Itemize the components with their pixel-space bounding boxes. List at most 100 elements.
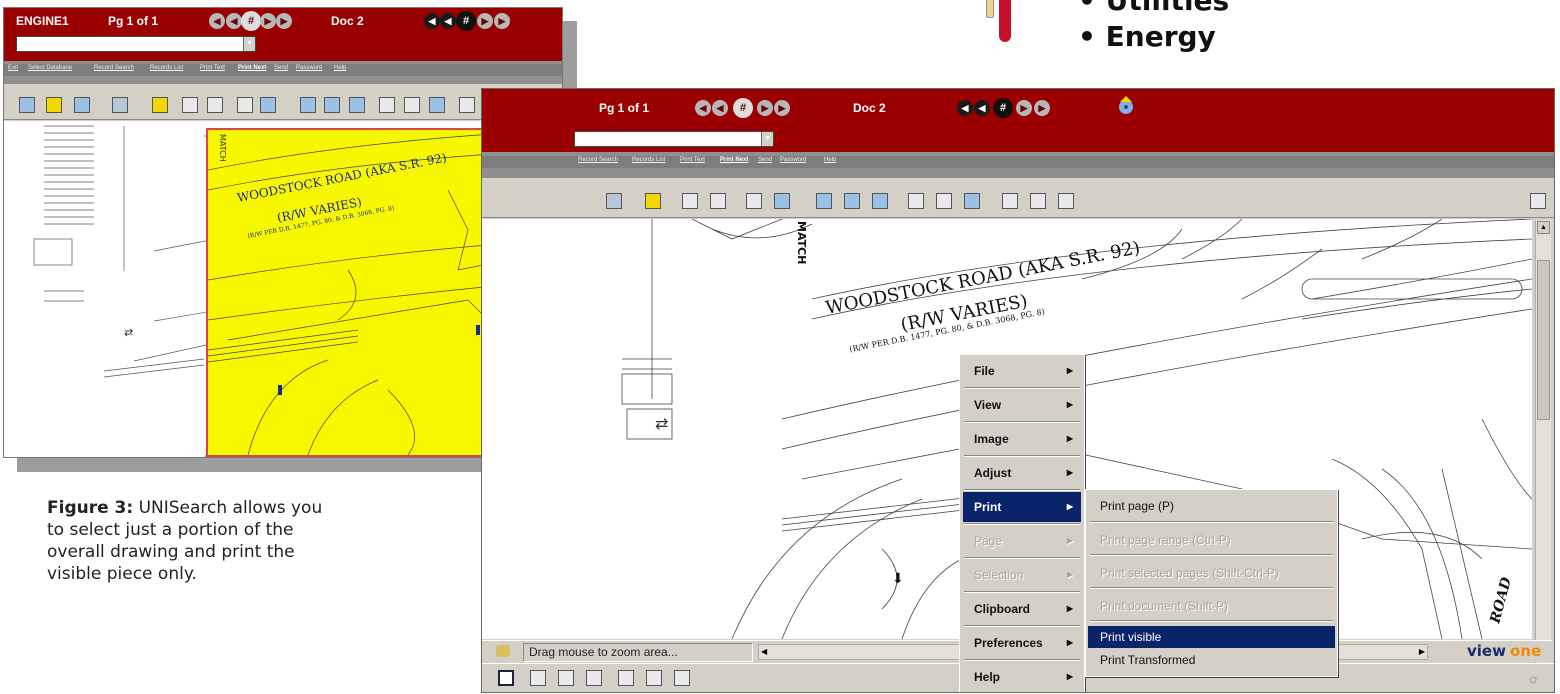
zoom-in-icon[interactable] <box>182 97 198 113</box>
goto-page-icon[interactable]: # <box>241 11 261 31</box>
submenu-print-selected-pages[interactable]: Print selected pages (Shift-Ctrl-P) <box>1088 562 1335 584</box>
split-left-icon[interactable] <box>586 670 602 686</box>
open-icon[interactable] <box>19 97 35 113</box>
invert-icon-2[interactable] <box>964 193 980 209</box>
settings-sun-icon[interactable]: ☼ <box>1527 670 1540 686</box>
chevron-down-icon[interactable]: ▼ <box>243 37 255 51</box>
menu-item-page[interactable]: Page ▶ <box>963 526 1081 556</box>
page-alt-icon-2[interactable] <box>1030 193 1046 209</box>
first-page-icon-2[interactable]: ◀ <box>695 100 711 116</box>
first-page-icon[interactable]: ◀ <box>209 13 225 29</box>
blank-page-icon-2[interactable] <box>1058 193 1074 209</box>
select-area-icon-2[interactable] <box>645 193 661 209</box>
goto-page-icon-2[interactable]: # <box>733 98 753 118</box>
prev-doc-icon-2[interactable]: ◀ <box>974 100 990 116</box>
record-info-select[interactable]: - Click for record information - ▼ <box>16 36 256 52</box>
link-record-search-2[interactable]: Record Search <box>578 157 618 163</box>
goto-doc-icon-2[interactable]: # <box>993 98 1013 118</box>
zoom-out-icon-2[interactable] <box>710 193 726 209</box>
split-bottom-icon[interactable] <box>618 670 634 686</box>
pan-icon-2[interactable] <box>774 193 790 209</box>
copy-icon[interactable] <box>74 97 90 113</box>
next-page-icon[interactable]: ▶ <box>260 13 276 29</box>
menu-item-selection[interactable]: Selection ▶ <box>963 560 1081 590</box>
menu-item-image[interactable]: Image ▶ <box>963 424 1081 454</box>
scroll-up-icon[interactable]: ▲ <box>1537 221 1550 234</box>
link-records-list-2[interactable]: Records List <box>632 157 665 163</box>
split-right-icon[interactable] <box>646 670 662 686</box>
rotate-left-icon[interactable] <box>379 97 395 113</box>
first-doc-icon-2[interactable]: ◀ <box>957 100 973 116</box>
fit-width-icon-2[interactable] <box>816 193 832 209</box>
fit-height-icon-2[interactable] <box>844 193 860 209</box>
thumbnail-grid-icon[interactable] <box>530 670 546 686</box>
fit-height-icon[interactable] <box>324 97 340 113</box>
link-help[interactable]: Help <box>334 65 346 71</box>
last-page-icon[interactable]: ▶ <box>276 13 292 29</box>
pan-icon[interactable] <box>260 97 276 113</box>
printer-icon[interactable] <box>112 97 128 113</box>
fit-page-icon-2[interactable] <box>872 193 888 209</box>
link-print-text[interactable]: Print Text <box>200 65 225 71</box>
invert-icon[interactable] <box>429 97 445 113</box>
restore-window-icon[interactable] <box>1530 193 1546 209</box>
goto-doc-icon[interactable]: # <box>456 11 476 31</box>
select-area-icon[interactable] <box>152 97 168 113</box>
link-password-2[interactable]: Password <box>780 157 806 163</box>
split-top-icon[interactable] <box>674 670 690 686</box>
scroll-left-icon[interactable]: ◀ <box>761 645 767 659</box>
zoom-area-icon[interactable] <box>237 97 253 113</box>
fit-width-icon[interactable] <box>300 97 316 113</box>
prev-doc-icon[interactable]: ◀ <box>440 13 456 29</box>
zoom-in-icon-2[interactable] <box>682 193 698 209</box>
chevron-down-icon[interactable]: ▼ <box>761 132 773 146</box>
link-print-text-2[interactable]: Print Text <box>680 157 705 163</box>
vertical-scrollbar[interactable]: ▲ <box>1535 220 1551 670</box>
page-icon-2[interactable] <box>1002 193 1018 209</box>
menu-item-preferences[interactable]: Preferences ▶ <box>963 628 1081 658</box>
link-records-list[interactable]: Records List <box>150 65 183 71</box>
last-doc-icon[interactable]: ▶ <box>494 13 510 29</box>
next-page-icon-2[interactable]: ▶ <box>757 100 773 116</box>
link-help-2[interactable]: Help <box>824 157 836 163</box>
rotate-right-icon-2[interactable] <box>936 193 952 209</box>
submenu-print-page[interactable]: Print page (P) <box>1088 495 1335 517</box>
wizard-icon[interactable] <box>1116 95 1136 117</box>
menu-item-print[interactable]: Print ▶ <box>963 492 1081 522</box>
link-password[interactable]: Password <box>296 65 322 71</box>
link-send[interactable]: Send <box>274 65 288 71</box>
zoom-area-icon-2[interactable] <box>746 193 762 209</box>
prev-page-icon[interactable]: ◀ <box>226 13 242 29</box>
link-send-2[interactable]: Send <box>758 157 772 163</box>
lightning-icon[interactable] <box>46 97 62 113</box>
rotate-left-icon-2[interactable] <box>908 193 924 209</box>
two-page-view-icon[interactable] <box>558 670 574 686</box>
zoom-out-icon[interactable] <box>207 97 223 113</box>
link-select-database[interactable]: Select Database <box>28 65 72 71</box>
scroll-right-icon[interactable]: ▶ <box>1419 645 1425 659</box>
menu-item-help[interactable]: Help ▶ <box>963 662 1081 692</box>
next-doc-icon-2[interactable]: ▶ <box>1016 100 1032 116</box>
submenu-print-page-range[interactable]: Print page range (Ctrl-P) <box>1088 529 1335 551</box>
next-doc-icon[interactable]: ▶ <box>477 13 493 29</box>
fit-page-icon[interactable] <box>349 97 365 113</box>
rotate-right-icon[interactable] <box>404 97 420 113</box>
single-page-view-icon[interactable] <box>498 670 514 686</box>
first-doc-icon[interactable]: ◀ <box>424 13 440 29</box>
submenu-print-document[interactable]: Print document (Shift-P) <box>1088 595 1335 617</box>
last-doc-icon-2[interactable]: ▶ <box>1034 100 1050 116</box>
window1-drawing-area[interactable]: ⇄ WOODSTOCK ROAD (AKA S.R. 92) (R/W VARI… <box>4 121 562 457</box>
link-exit[interactable]: Exit <box>8 65 18 71</box>
page-icon[interactable] <box>459 97 475 113</box>
record-info-select-2[interactable]: r record information - ▼ <box>574 131 774 147</box>
prev-page-icon-2[interactable]: ◀ <box>712 100 728 116</box>
menu-item-clipboard[interactable]: Clipboard ▶ <box>963 594 1081 624</box>
last-page-icon-2[interactable]: ▶ <box>774 100 790 116</box>
menu-item-file[interactable]: File ▶ <box>963 356 1081 386</box>
menu-item-adjust[interactable]: Adjust ▶ <box>963 458 1081 488</box>
submenu-print-visible[interactable]: Print visible <box>1088 626 1335 648</box>
submenu-print-transformed[interactable]: Print Transformed <box>1088 649 1335 671</box>
link-print-next-2[interactable]: Print Next <box>720 157 748 163</box>
link-record-search[interactable]: Record Search <box>94 65 134 71</box>
link-print-next[interactable]: Print Next <box>238 65 266 71</box>
